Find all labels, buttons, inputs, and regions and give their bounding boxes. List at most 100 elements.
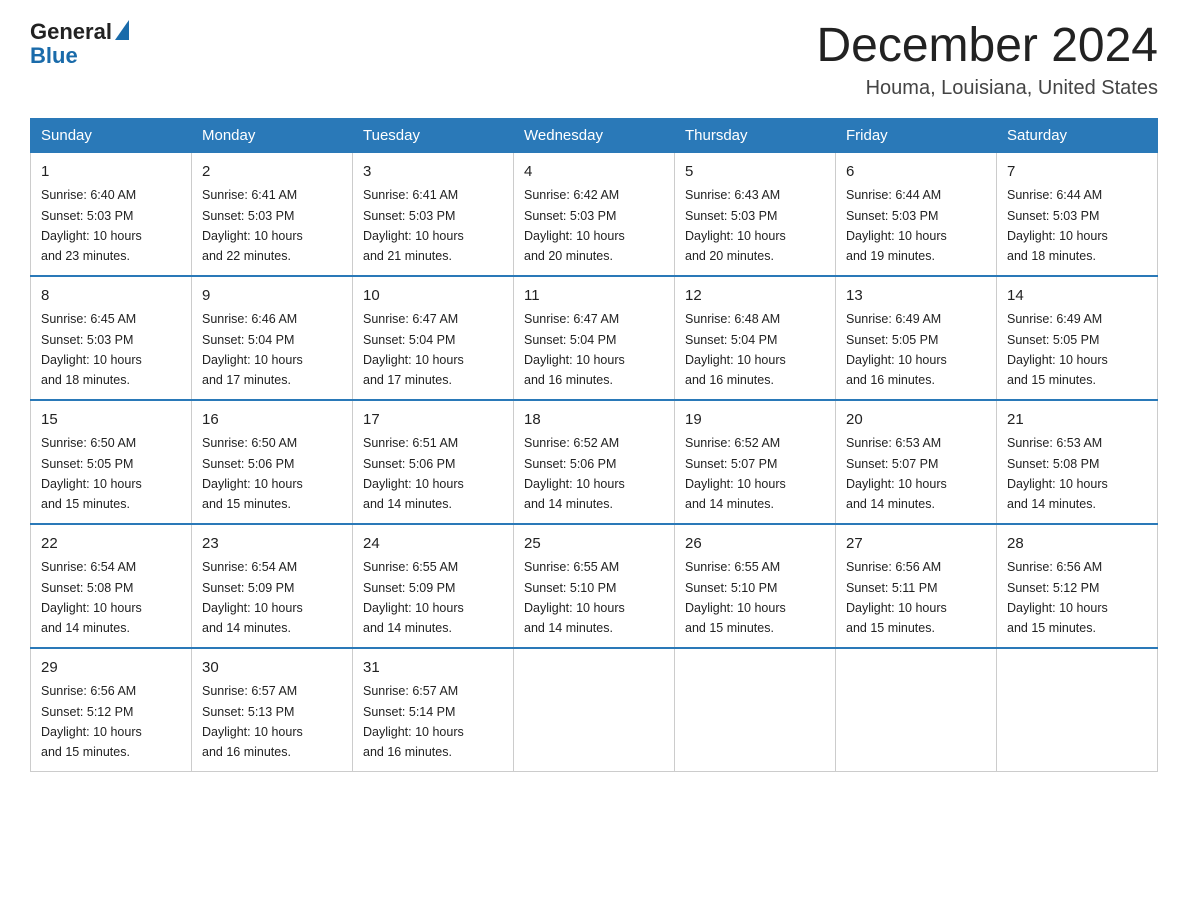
day-info: Sunrise: 6:42 AMSunset: 5:03 PMDaylight:…: [524, 188, 625, 263]
day-header-thursday: Thursday: [675, 118, 836, 152]
day-number: 6: [846, 161, 986, 184]
day-info: Sunrise: 6:56 AMSunset: 5:11 PMDaylight:…: [846, 560, 947, 635]
day-number: 21: [1007, 409, 1147, 432]
calendar-cell: 10Sunrise: 6:47 AMSunset: 5:04 PMDayligh…: [353, 276, 514, 400]
day-number: 13: [846, 285, 986, 308]
logo: General Blue: [30, 20, 129, 68]
day-info: Sunrise: 6:53 AMSunset: 5:08 PMDaylight:…: [1007, 436, 1108, 511]
calendar-cell: [514, 648, 675, 772]
day-info: Sunrise: 6:54 AMSunset: 5:09 PMDaylight:…: [202, 560, 303, 635]
day-info: Sunrise: 6:52 AMSunset: 5:07 PMDaylight:…: [685, 436, 786, 511]
calendar-cell: 8 Sunrise: 6:45 AMSunset: 5:03 PMDaylight…: [31, 276, 192, 400]
day-info: Sunrise: 6:47 AMSunset: 5:04 PMDaylight:…: [524, 312, 625, 387]
day-info: Sunrise: 6:57 AMSunset: 5:13 PMDaylight:…: [202, 684, 303, 759]
calendar-cell: [997, 648, 1158, 772]
day-number: 20: [846, 409, 986, 432]
calendar-cell: 24Sunrise: 6:55 AMSunset: 5:09 PMDayligh…: [353, 524, 514, 648]
day-info: Sunrise: 6:43 AMSunset: 5:03 PMDaylight:…: [685, 188, 786, 263]
day-number: 16: [202, 409, 342, 432]
day-number: 5: [685, 161, 825, 184]
day-info: Sunrise: 6:44 AMSunset: 5:03 PMDaylight:…: [846, 188, 947, 263]
day-info: Sunrise: 6:50 AMSunset: 5:05 PMDaylight:…: [41, 436, 142, 511]
day-info: Sunrise: 6:52 AMSunset: 5:06 PMDaylight:…: [524, 436, 625, 511]
day-header-saturday: Saturday: [997, 118, 1158, 152]
day-number: 19: [685, 409, 825, 432]
calendar-cell: 2 Sunrise: 6:41 AMSunset: 5:03 PMDaylight…: [192, 152, 353, 276]
day-number: 7: [1007, 161, 1147, 184]
calendar-cell: 13 Sunrise: 6:49 AMSunset: 5:05 PMDayligh…: [836, 276, 997, 400]
day-number: 18: [524, 409, 664, 432]
calendar-cell: 18 Sunrise: 6:52 AMSunset: 5:06 PMDayligh…: [514, 400, 675, 524]
calendar-cell: 9 Sunrise: 6:46 AMSunset: 5:04 PMDaylight…: [192, 276, 353, 400]
day-number: 10: [363, 285, 503, 308]
calendar-cell: 31 Sunrise: 6:57 AMSunset: 5:14 PMDayligh…: [353, 648, 514, 772]
day-info: Sunrise: 6:55 AMSunset: 5:10 PMDaylight:…: [685, 560, 786, 635]
day-header-monday: Monday: [192, 118, 353, 152]
logo-triangle-icon: [115, 20, 129, 40]
day-number: 23: [202, 533, 342, 556]
day-info: Sunrise: 6:57 AMSunset: 5:14 PMDaylight:…: [363, 684, 464, 759]
calendar-cell: 1Sunrise: 6:40 AMSunset: 5:03 PMDaylight…: [31, 152, 192, 276]
day-info: Sunrise: 6:45 AMSunset: 5:03 PMDaylight:…: [41, 312, 142, 387]
calendar-cell: 20Sunrise: 6:53 AMSunset: 5:07 PMDayligh…: [836, 400, 997, 524]
calendar-cell: 16 Sunrise: 6:50 AMSunset: 5:06 PMDayligh…: [192, 400, 353, 524]
day-number: 8: [41, 285, 181, 308]
day-info: Sunrise: 6:55 AMSunset: 5:09 PMDaylight:…: [363, 560, 464, 635]
page-header: General Blue December 2024 Houma, Louisi…: [30, 20, 1158, 100]
day-number: 12: [685, 285, 825, 308]
day-info: Sunrise: 6:50 AMSunset: 5:06 PMDaylight:…: [202, 436, 303, 511]
day-info: Sunrise: 6:41 AMSunset: 5:03 PMDaylight:…: [202, 188, 303, 263]
calendar-cell: 28Sunrise: 6:56 AMSunset: 5:12 PMDayligh…: [997, 524, 1158, 648]
day-number: 25: [524, 533, 664, 556]
calendar-cell: 6 Sunrise: 6:44 AMSunset: 5:03 PMDaylight…: [836, 152, 997, 276]
calendar-cell: 7Sunrise: 6:44 AMSunset: 5:03 PMDaylight…: [997, 152, 1158, 276]
calendar-week-row: 8 Sunrise: 6:45 AMSunset: 5:03 PMDaylight…: [31, 276, 1158, 400]
calendar-cell: 25Sunrise: 6:55 AMSunset: 5:10 PMDayligh…: [514, 524, 675, 648]
calendar-cell: 5 Sunrise: 6:43 AMSunset: 5:03 PMDaylight…: [675, 152, 836, 276]
calendar-week-row: 29Sunrise: 6:56 AMSunset: 5:12 PMDayligh…: [31, 648, 1158, 772]
month-title: December 2024: [816, 20, 1158, 73]
day-header-sunday: Sunday: [31, 118, 192, 152]
day-header-tuesday: Tuesday: [353, 118, 514, 152]
title-block: December 2024 Houma, Louisiana, United S…: [816, 20, 1158, 100]
calendar-cell: 11Sunrise: 6:47 AMSunset: 5:04 PMDayligh…: [514, 276, 675, 400]
calendar-header-row: SundayMondayTuesdayWednesdayThursdayFrid…: [31, 118, 1158, 152]
day-info: Sunrise: 6:49 AMSunset: 5:05 PMDaylight:…: [846, 312, 947, 387]
location-title: Houma, Louisiana, United States: [816, 77, 1158, 100]
calendar-cell: 27 Sunrise: 6:56 AMSunset: 5:11 PMDayligh…: [836, 524, 997, 648]
day-info: Sunrise: 6:49 AMSunset: 5:05 PMDaylight:…: [1007, 312, 1108, 387]
calendar-cell: [836, 648, 997, 772]
calendar-cell: 19 Sunrise: 6:52 AMSunset: 5:07 PMDayligh…: [675, 400, 836, 524]
day-info: Sunrise: 6:40 AMSunset: 5:03 PMDaylight:…: [41, 188, 142, 263]
calendar-cell: 17Sunrise: 6:51 AMSunset: 5:06 PMDayligh…: [353, 400, 514, 524]
calendar-cell: 12Sunrise: 6:48 AMSunset: 5:04 PMDayligh…: [675, 276, 836, 400]
day-info: Sunrise: 6:51 AMSunset: 5:06 PMDaylight:…: [363, 436, 464, 511]
calendar-week-row: 1Sunrise: 6:40 AMSunset: 5:03 PMDaylight…: [31, 152, 1158, 276]
calendar-cell: 3Sunrise: 6:41 AMSunset: 5:03 PMDaylight…: [353, 152, 514, 276]
day-info: Sunrise: 6:46 AMSunset: 5:04 PMDaylight:…: [202, 312, 303, 387]
calendar-cell: 26Sunrise: 6:55 AMSunset: 5:10 PMDayligh…: [675, 524, 836, 648]
day-number: 27: [846, 533, 986, 556]
day-info: Sunrise: 6:56 AMSunset: 5:12 PMDaylight:…: [41, 684, 142, 759]
calendar-table: SundayMondayTuesdayWednesdayThursdayFrid…: [30, 118, 1158, 772]
day-number: 3: [363, 161, 503, 184]
day-number: 28: [1007, 533, 1147, 556]
day-number: 14: [1007, 285, 1147, 308]
day-number: 4: [524, 161, 664, 184]
calendar-cell: 15 Sunrise: 6:50 AMSunset: 5:05 PMDayligh…: [31, 400, 192, 524]
day-number: 15: [41, 409, 181, 432]
calendar-week-row: 22 Sunrise: 6:54 AMSunset: 5:08 PMDayligh…: [31, 524, 1158, 648]
logo-general: General: [30, 20, 112, 44]
day-number: 9: [202, 285, 342, 308]
day-number: 31: [363, 657, 503, 680]
day-info: Sunrise: 6:54 AMSunset: 5:08 PMDaylight:…: [41, 560, 142, 635]
day-number: 22: [41, 533, 181, 556]
day-header-wednesday: Wednesday: [514, 118, 675, 152]
day-number: 2: [202, 161, 342, 184]
calendar-cell: 22 Sunrise: 6:54 AMSunset: 5:08 PMDayligh…: [31, 524, 192, 648]
calendar-cell: 21 Sunrise: 6:53 AMSunset: 5:08 PMDayligh…: [997, 400, 1158, 524]
calendar-cell: 14 Sunrise: 6:49 AMSunset: 5:05 PMDayligh…: [997, 276, 1158, 400]
calendar-cell: 30Sunrise: 6:57 AMSunset: 5:13 PMDayligh…: [192, 648, 353, 772]
calendar-week-row: 15 Sunrise: 6:50 AMSunset: 5:05 PMDayligh…: [31, 400, 1158, 524]
calendar-cell: [675, 648, 836, 772]
